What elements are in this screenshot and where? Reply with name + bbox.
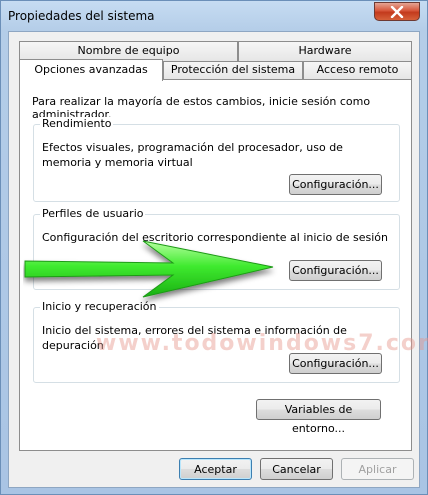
performance-settings-button[interactable]: Configuración... (289, 174, 382, 195)
tab-hardware[interactable]: Hardware (238, 41, 412, 61)
system-properties-window: Propiedades del sistema Nombre de equipo… (0, 0, 428, 495)
user-profiles-settings-button[interactable]: Configuración... (289, 260, 382, 281)
performance-group: Rendimiento Efectos visuales, programaci… (33, 117, 400, 202)
green-arrow-icon (24, 240, 274, 298)
ok-button[interactable]: Aceptar (179, 458, 252, 480)
window-title: Propiedades del sistema (8, 9, 155, 23)
title-bar[interactable]: Propiedades del sistema (1, 1, 427, 31)
tab-label: Opciones avanzadas (34, 63, 148, 76)
tab-computer-name[interactable]: Nombre de equipo (19, 41, 238, 61)
performance-description: Efectos visuales, programación del proce… (42, 141, 343, 169)
user-profiles-title: Perfiles de usuario (40, 207, 146, 220)
tab-label: Hardware (298, 44, 352, 57)
watermark-text: www.todowindows7.com (96, 331, 428, 356)
tab-label: Acceso remoto (316, 63, 399, 76)
tab-system-protection[interactable]: Protección del sistema (163, 61, 303, 79)
close-icon (390, 5, 404, 18)
tab-remote-access[interactable]: Acceso remoto (303, 61, 412, 79)
tab-label: Nombre de equipo (77, 44, 180, 57)
performance-title: Rendimiento (40, 117, 114, 130)
tab-label: Protección del sistema (170, 63, 296, 76)
apply-button[interactable]: Aplicar (341, 458, 414, 480)
startup-recovery-settings-button[interactable]: Configuración... (289, 353, 382, 374)
environment-variables-button[interactable]: Variables de entorno... (256, 399, 381, 435)
tab-advanced-options[interactable]: Opciones avanzadas (19, 59, 163, 81)
cancel-button[interactable]: Cancelar (260, 458, 333, 480)
close-button[interactable] (374, 2, 420, 21)
